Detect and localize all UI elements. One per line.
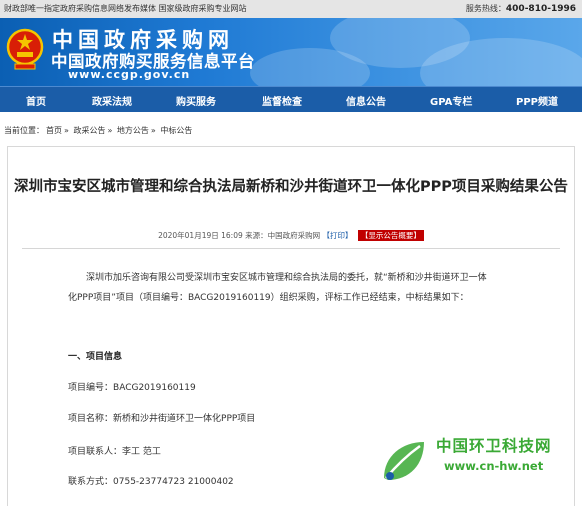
nav-item-announcements[interactable]: 信息公告 bbox=[346, 93, 386, 108]
nav-item-supervision[interactable]: 监督检查 bbox=[262, 93, 302, 108]
breadcrumb-item-gov-announcements[interactable]: 政采公告 bbox=[73, 126, 105, 135]
field-label: 联系方式： bbox=[68, 477, 114, 487]
breadcrumb-prefix: 当前位置： bbox=[4, 126, 44, 135]
watermark: 中国环卫科技网 www.cn-hw.net bbox=[376, 432, 576, 492]
site-url[interactable]: www.ccgp.gov.cn bbox=[68, 68, 190, 81]
article-title: 深圳市宝安区城市管理和综合执法局新桥和沙井街道环卫一体化PPP项目采购结果公告 bbox=[14, 179, 568, 195]
hotline-number: 400-810-1996 bbox=[505, 4, 576, 14]
national-emblem-icon bbox=[6, 28, 44, 70]
field-label: 项目编号： bbox=[68, 383, 114, 393]
intro-line-1: 深圳市加乐咨询有限公司受深圳市宝安区城市管理和综合执法局的委托，就“新桥和沙井街… bbox=[86, 273, 487, 283]
field-contact-phone: 联系方式：0755-23774723 21000402 bbox=[68, 474, 234, 487]
watermark-url: www.cn-hw.net bbox=[444, 459, 544, 473]
breadcrumb-item-award-announcements[interactable]: 中标公告 bbox=[160, 126, 192, 135]
nav-item-home[interactable]: 首页 bbox=[26, 93, 46, 108]
field-label: 项目联系人： bbox=[68, 447, 123, 457]
show-summary-button[interactable]: 【显示公告概要】 bbox=[357, 230, 424, 241]
publish-date: 2020年01月19日 16:09 bbox=[158, 231, 243, 240]
nav-item-regulations[interactable]: 政采法规 bbox=[92, 93, 132, 108]
title-divider bbox=[22, 248, 560, 249]
article-intro: 深圳市加乐咨询有限公司受深圳市宝安区城市管理和综合执法局的委托，就“新桥和沙井街… bbox=[68, 268, 508, 308]
breadcrumb-separator: » bbox=[150, 126, 156, 135]
green-leaf-logo-icon bbox=[384, 442, 424, 480]
watermark-name: 中国环卫科技网 bbox=[436, 437, 552, 455]
top-info-bar: 财政部唯一指定政府采购信息网络发布媒体 国家级政府采购专业网站 服务热线：400… bbox=[0, 0, 582, 18]
field-project-contact: 项目联系人：李工 范工 bbox=[68, 444, 161, 457]
field-value: BACG2019160119 bbox=[113, 383, 196, 393]
nav-item-gpa[interactable]: GPA专栏 bbox=[430, 93, 472, 108]
field-label: 项目名称： bbox=[68, 414, 114, 424]
hotline-label: 服务热线： bbox=[465, 4, 506, 13]
field-project-number: 项目编号：BACG2019160119 bbox=[68, 380, 196, 393]
article-meta: 2020年01月19日 16:09 来源：中国政府采购网 【打印】 【显示公告概… bbox=[0, 230, 582, 241]
breadcrumb-item-local-announcements[interactable]: 地方公告 bbox=[117, 126, 149, 135]
field-value: 新桥和沙井街道环卫一体化PPP项目 bbox=[113, 414, 256, 424]
article-source: 来源：中国政府采购网 bbox=[245, 231, 321, 240]
breadcrumb-separator: » bbox=[64, 126, 69, 135]
intro-line-2: 化PPP项目”项目（项目编号：BACG2019160119）组织采购，评标工作已… bbox=[68, 293, 469, 303]
main-nav: 首页 政采法规 购买服务 监督检查 信息公告 GPA专栏 PPP频道 bbox=[0, 86, 582, 112]
site-notice: 财政部唯一指定政府采购信息网络发布媒体 国家级政府采购专业网站 bbox=[4, 4, 247, 13]
service-hotline: 服务热线：400-810-1996 bbox=[466, 3, 576, 14]
breadcrumb-separator: » bbox=[107, 126, 113, 135]
field-value: 李工 范工 bbox=[122, 447, 161, 457]
site-banner: 中国政府采购网 中国政府购买服务信息平台 www.ccgp.gov.cn bbox=[0, 18, 582, 86]
section-heading-project-info: 一、项目信息 bbox=[68, 352, 123, 362]
breadcrumb: 当前位置： 首页» 政采公告» 地方公告» 中标公告 bbox=[4, 125, 194, 136]
nav-item-ppp[interactable]: PPP频道 bbox=[516, 93, 558, 108]
nav-item-purchase-services[interactable]: 购买服务 bbox=[176, 93, 216, 108]
print-link[interactable]: 【打印】 bbox=[323, 231, 353, 240]
breadcrumb-item-home[interactable]: 首页 bbox=[46, 126, 62, 135]
field-value: 0755-23774723 21000402 bbox=[113, 477, 234, 487]
field-project-name: 项目名称：新桥和沙井街道环卫一体化PPP项目 bbox=[68, 411, 255, 424]
